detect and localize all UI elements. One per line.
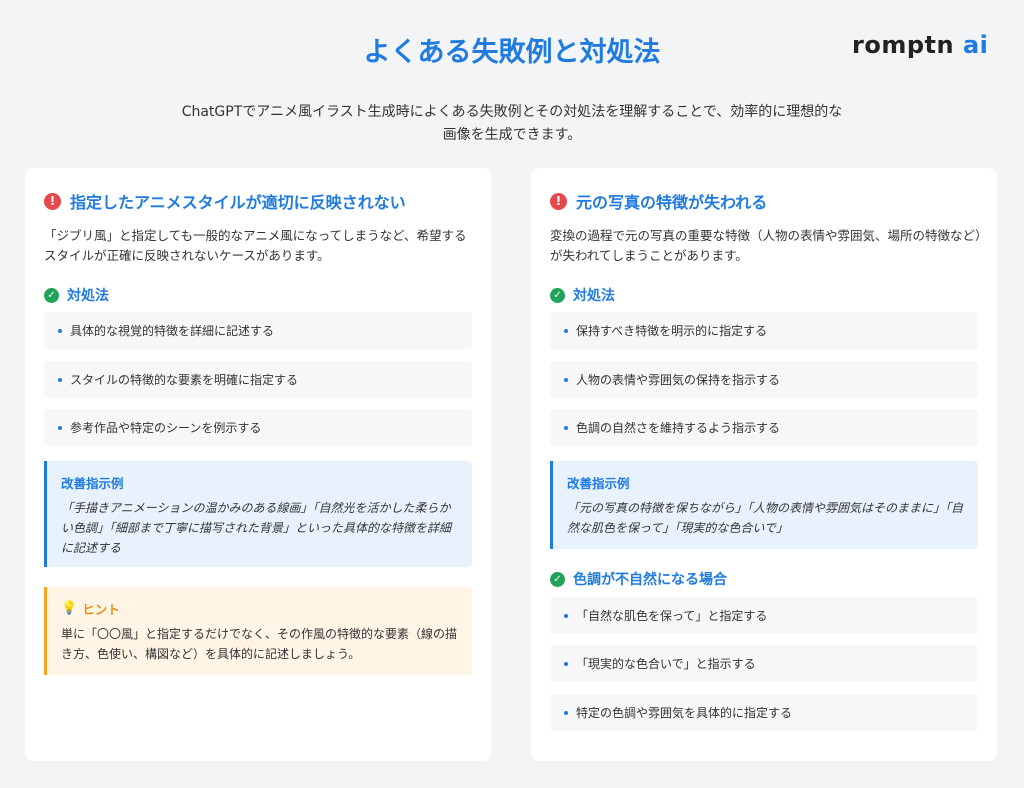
list-item-text: 参考作品や特定のシーンを例示する: [70, 421, 262, 435]
check-circle-icon: ✓: [550, 571, 565, 587]
list-item-text: 色調の自然さを維持するよう指示する: [576, 421, 781, 435]
bullet-icon: [564, 661, 568, 666]
exclamation-circle-icon: !: [550, 192, 567, 210]
bullet-icon: [564, 710, 568, 715]
solution-title: 対処法: [67, 288, 109, 304]
bullet-icon: [564, 328, 568, 333]
list-item: 参考作品や特定のシーンを例示する: [44, 409, 472, 446]
bullet-icon: [564, 613, 568, 618]
example-title: 改善指示例: [567, 476, 630, 491]
list-item: 特定の色調や雰囲気を具体的に指定する: [550, 694, 978, 731]
card-photo-features-lost: ! 元の写真の特徴が失われる 変換の過程で元の写真の重要な特徴（人物の表情や雰囲…: [531, 168, 997, 761]
bullet-icon: [564, 425, 568, 430]
card-description: 変換の過程で元の写真の重要な特徴（人物の表情や雰囲気、場所の特徴など）が失われて…: [550, 228, 982, 263]
hint-box: 💡 ヒント 単に「〇〇風」と指定するだけでなく、その作風の特徴的な要素（線の描き方…: [44, 587, 472, 675]
list-item-text: 「自然な肌色を保って」と指定する: [576, 609, 768, 623]
hint-heading: 💡 ヒント: [61, 599, 458, 618]
solution-heading: ✓ 対処法: [550, 285, 615, 305]
list-item: 「自然な肌色を保って」と指定する: [550, 597, 978, 634]
card-header: ! 元の写真の特徴が失われる: [550, 189, 767, 213]
list-item-text: 保持すべき特徴を明示的に指定する: [576, 324, 768, 338]
exclamation-circle-icon: !: [44, 192, 61, 210]
example-box: 改善指示例 「手描きアニメーションの温かみのある線画」「自然光を活かした柔らかい…: [44, 461, 472, 567]
lightbulb-icon: 💡: [61, 601, 78, 616]
list-item: スタイルの特徴的な要素を明確に指定する: [44, 361, 472, 398]
list-item-text: 具体的な視覚的特徴を詳細に記述する: [70, 324, 275, 338]
hint-text: 単に「〇〇風」と指定するだけでなく、その作風の特徴的な要素（線の描き方、色使い、…: [61, 627, 458, 661]
check-circle-icon: ✓: [550, 287, 565, 303]
list-item-text: 「現実的な色合いで」と指示する: [576, 657, 756, 671]
hint-title: ヒント: [82, 602, 120, 617]
example-text: 「手描きアニメーションの温かみのある線画」「自然光を活かした柔らかい色調」「細部…: [61, 501, 452, 555]
card-header: ! 指定したアニメスタイルが適切に反映されない: [44, 189, 406, 213]
example-box: 改善指示例 「元の写真の特徴を保ちながら」「人物の表情や雰囲気はそのままに」「自…: [550, 461, 978, 549]
list-item: 「現実的な色合いで」と指示する: [550, 645, 978, 682]
bullet-icon: [564, 377, 568, 382]
logo-accent: ai: [962, 31, 989, 59]
list-item: 色調の自然さを維持するよう指示する: [550, 409, 978, 446]
list-item: 具体的な視覚的特徴を詳細に記述する: [44, 312, 472, 349]
card-title: 指定したアニメスタイルが適切に反映されない: [70, 193, 406, 212]
page-subtitle: ChatGPTでアニメ風イラスト生成時によくある失敗例とその対処法を理解すること…: [181, 104, 843, 143]
list-item-text: 人物の表情や雰囲気の保持を指示する: [576, 373, 781, 387]
list-item-text: スタイルの特徴的な要素を明確に指定する: [70, 373, 299, 387]
card-description: 「ジブリ風」と指定しても一般的なアニメ風になってしまうなど、希望するスタイルが正…: [44, 228, 467, 263]
card-title: 元の写真の特徴が失われる: [576, 193, 768, 212]
list-item-text: 特定の色調や雰囲気を具体的に指定する: [576, 706, 793, 720]
bullet-icon: [58, 425, 62, 430]
list-item: 保持すべき特徴を明示的に指定する: [550, 312, 978, 349]
solution-title: 対処法: [573, 288, 615, 304]
card-style-not-reflected: ! 指定したアニメスタイルが適切に反映されない 「ジブリ風」と指定しても一般的な…: [25, 168, 491, 761]
tone-heading: ✓ 色調が不自然になる場合: [550, 569, 727, 589]
check-circle-icon: ✓: [44, 287, 59, 303]
logo: romptn ai: [852, 31, 988, 59]
bullet-icon: [58, 377, 62, 382]
bullet-icon: [58, 328, 62, 333]
example-text: 「元の写真の特徴を保ちながら」「人物の表情や雰囲気はそのままに」「自然な肌色を保…: [567, 501, 964, 535]
tone-title: 色調が不自然になる場合: [573, 572, 727, 588]
logo-main: romptn: [852, 31, 955, 59]
solution-heading: ✓ 対処法: [44, 285, 109, 305]
example-title: 改善指示例: [61, 476, 124, 491]
list-item: 人物の表情や雰囲気の保持を指示する: [550, 361, 978, 398]
